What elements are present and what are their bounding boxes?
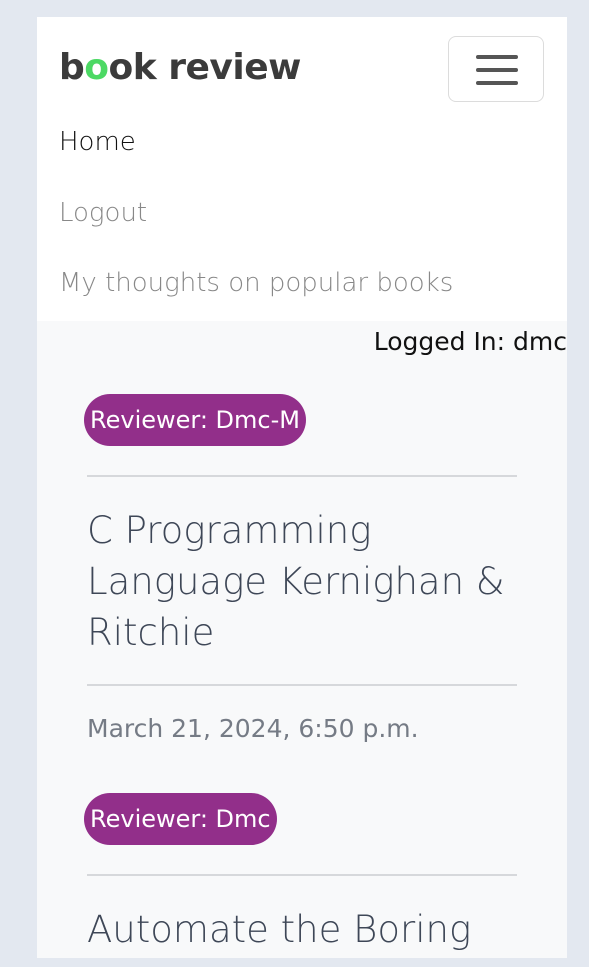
brand-accent: o [84, 47, 109, 88]
reviewer-badge: Reviewer: Dmc [84, 793, 277, 845]
brand-prefix: b [59, 47, 85, 88]
logged-in-status: Logged In: dmc [373, 327, 567, 356]
navbar-toggle-button[interactable] [448, 36, 544, 102]
brand-logo[interactable]: book review [59, 47, 301, 88]
navbar: book review Home Logout My thoughts on p… [37, 17, 567, 321]
page-container: book review Home Logout My thoughts on p… [37, 17, 567, 958]
post-title-link[interactable]: C Programming Language Kernighan & Ritch… [87, 505, 527, 658]
divider [87, 475, 517, 477]
divider [87, 874, 517, 876]
nav-item-my-thoughts[interactable]: My thoughts on popular books [59, 268, 453, 298]
reviewer-badge: Reviewer: Dmc-M [84, 394, 306, 446]
nav-item-home[interactable]: Home [59, 127, 136, 157]
post-date: March 21, 2024, 6:50 p.m. [87, 714, 419, 743]
divider [87, 684, 517, 686]
nav-item-logout[interactable]: Logout [59, 198, 147, 228]
brand-suffix: ok review [108, 47, 302, 88]
post-title-link[interactable]: Automate the Boring [87, 904, 527, 955]
